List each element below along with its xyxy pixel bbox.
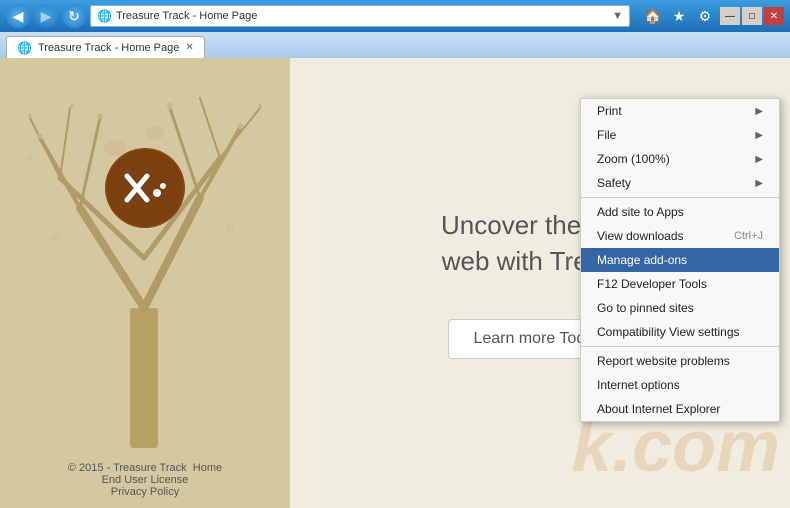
footer-copyright: © 2015 - Treasure Track — [68, 462, 187, 474]
toolbar-right: 🏠 ★ ⚙ — [642, 5, 716, 27]
active-tab[interactable]: 🌐 Treasure Track - Home Page ✕ — [6, 36, 205, 58]
maximize-button[interactable]: □ — [742, 7, 762, 25]
menu-item-label: Compatibility View settings — [597, 325, 740, 339]
address-icon: 🌐 — [97, 9, 112, 23]
address-bar[interactable]: 🌐 Treasure Track - Home Page ▼ — [90, 5, 630, 27]
menu-item-label: File — [597, 128, 616, 142]
menu-item-report-website-problems[interactable]: Report website problems — [581, 349, 779, 373]
context-menu: Print ▶ File ▶ Zoom (100%) ▶ Safety ▶ Add site t… — [580, 98, 780, 422]
menu-item-arrow: ▶ — [755, 178, 763, 189]
menu-item-compatibility-view-settings[interactable]: Compatibility View settings — [581, 320, 779, 344]
menu-item-arrow: ▶ — [755, 106, 763, 117]
menu-item-arrow: ▶ — [755, 154, 763, 165]
close-button[interactable]: ✕ — [764, 7, 784, 25]
site-logo — [105, 148, 185, 228]
menu-item-label: Manage add-ons — [597, 253, 687, 267]
forward-button[interactable]: ▶ — [34, 4, 58, 28]
minimize-button[interactable]: — — [720, 7, 740, 25]
home-button[interactable]: 🏠 — [642, 5, 664, 27]
footer-copyright-line: © 2015 - Treasure Track Home — [0, 462, 290, 474]
favorites-button[interactable]: ★ — [668, 5, 690, 27]
tab-icon: 🌐 — [17, 41, 32, 55]
footer-privacy-link[interactable]: Privacy Policy — [111, 486, 179, 498]
menu-item-arrow: ▶ — [755, 130, 763, 141]
tab-label: Treasure Track - Home Page — [38, 42, 179, 54]
menu-item-zoom-(100%)[interactable]: Zoom (100%) ▶ — [581, 147, 779, 171]
menu-item-label: Zoom (100%) — [597, 152, 670, 166]
back-button[interactable]: ◀ — [6, 4, 30, 28]
menu-item-label: Print — [597, 104, 622, 118]
menu-item-label: Safety — [597, 176, 631, 190]
menu-item-label: View downloads — [597, 229, 684, 243]
menu-separator — [581, 197, 779, 198]
menu-item-label: Internet options — [597, 378, 680, 392]
tab-bar: 🌐 Treasure Track - Home Page ✕ — [0, 32, 790, 58]
menu-item-print[interactable]: Print ▶ — [581, 99, 779, 123]
title-bar: ◀ ▶ ↻ 🌐 Treasure Track - Home Page ▼ 🏠 ★… — [0, 0, 790, 32]
menu-item-label: Go to pinned sites — [597, 301, 694, 315]
content-area: © 2015 - Treasure Track Home End User Li… — [0, 58, 790, 508]
menu-item-manage-add-ons[interactable]: Manage add-ons — [581, 248, 779, 272]
menu-item-internet-options[interactable]: Internet options — [581, 373, 779, 397]
menu-item-label: F12 Developer Tools — [597, 277, 707, 291]
menu-item-label: About Internet Explorer — [597, 402, 720, 416]
address-search-icon: ▼ — [612, 10, 623, 22]
browser-window: ◀ ▶ ↻ 🌐 Treasure Track - Home Page ▼ 🏠 ★… — [0, 0, 790, 508]
menu-separator — [581, 346, 779, 347]
tab-close-button[interactable]: ✕ — [185, 42, 193, 53]
menu-item-label: Add site to Apps — [597, 205, 684, 219]
tree-illustration — [0, 58, 290, 478]
address-text: Treasure Track - Home Page — [116, 10, 608, 22]
menu-item-safety[interactable]: Safety ▶ — [581, 171, 779, 195]
menu-item-shortcut: Ctrl+J — [734, 230, 763, 242]
menu-item-view-downloads[interactable]: View downloads Ctrl+J — [581, 224, 779, 248]
menu-item-about-internet-explorer[interactable]: About Internet Explorer — [581, 397, 779, 421]
refresh-button[interactable]: ↻ — [62, 4, 86, 28]
window-controls: — □ ✕ — [720, 7, 784, 25]
menu-item-add-site-to-apps[interactable]: Add site to Apps — [581, 200, 779, 224]
menu-item-f12-developer-tools[interactable]: F12 Developer Tools — [581, 272, 779, 296]
address-bar-area: 🌐 Treasure Track - Home Page ▼ — [90, 5, 630, 27]
menu-item-go-to-pinned-sites[interactable]: Go to pinned sites — [581, 296, 779, 320]
footer-links: © 2015 - Treasure Track Home End User Li… — [0, 462, 290, 498]
footer-home-link[interactable]: Home — [193, 462, 222, 474]
page-sidebar: © 2015 - Treasure Track Home End User Li… — [0, 58, 290, 508]
settings-button[interactable]: ⚙ — [694, 5, 716, 27]
footer-eula-link[interactable]: End User License — [102, 474, 189, 486]
menu-item-file[interactable]: File ▶ — [581, 123, 779, 147]
menu-item-label: Report website problems — [597, 354, 730, 368]
